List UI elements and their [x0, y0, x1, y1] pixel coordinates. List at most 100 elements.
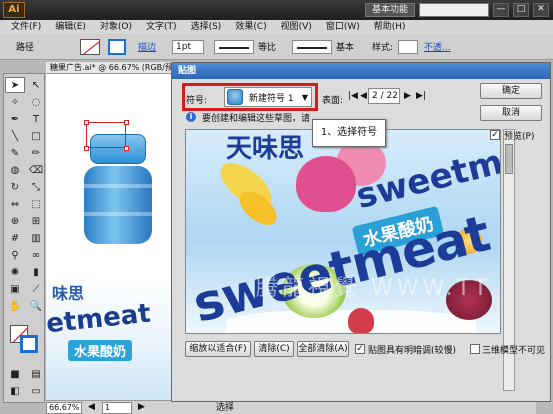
- rectangle-tool-icon[interactable]: □: [26, 128, 46, 144]
- stroke-color-swatch[interactable]: [80, 39, 100, 55]
- clear-all-button[interactable]: 全部清除(A): [297, 341, 349, 357]
- menu-object[interactable]: 对象(O): [93, 20, 139, 34]
- selection-handle[interactable]: [84, 146, 89, 151]
- selection-handle[interactable]: [84, 120, 89, 125]
- blob-brush-tool-icon[interactable]: ◍: [5, 162, 25, 178]
- rotate-tool-icon[interactable]: ↻: [5, 179, 25, 195]
- brush-definition[interactable]: [292, 40, 332, 54]
- info-text: 要创建和编辑这些草图，请: [202, 114, 311, 124]
- shade-artwork-checkbox[interactable]: ✓: [355, 344, 365, 354]
- last-surface-icon[interactable]: ▶|: [416, 91, 426, 101]
- scale-tool-icon[interactable]: ⤡: [26, 179, 46, 195]
- menu-help[interactable]: 帮助(H): [367, 20, 413, 34]
- selection-tool-icon[interactable]: ➤: [5, 77, 25, 93]
- menu-view[interactable]: 视图(V): [274, 20, 319, 34]
- column-graph-tool-icon[interactable]: ▮: [26, 264, 46, 280]
- menu-edit[interactable]: 编辑(E): [48, 20, 93, 34]
- gradient-tool-icon[interactable]: ▥: [26, 230, 46, 246]
- stroke-swatch[interactable]: [20, 335, 38, 353]
- paintbrush-tool-icon[interactable]: ✎: [5, 145, 25, 161]
- stroke-link[interactable]: 描边: [138, 40, 156, 53]
- blend-tool-icon[interactable]: ∞: [26, 247, 46, 263]
- eraser-tool-icon[interactable]: ⌫: [26, 162, 46, 178]
- menu-type[interactable]: 文字(T): [139, 20, 184, 34]
- tools-panel: ➤ ↖ ✧ ◌ ✒ T ╲ □ ✎ ✏ ◍ ⌫ ↻ ⤡ ⇔ ⬚ ⊕ ⊞ # ▥ …: [3, 73, 45, 403]
- watermark-text: 腾龍視覺 WWW.TT.NET: [256, 276, 500, 301]
- uniform-label: 等比: [258, 43, 277, 53]
- prev-artboard-icon[interactable]: ◀: [88, 402, 95, 412]
- workspace-switcher[interactable]: 基本功能: [364, 3, 415, 17]
- cancel-button[interactable]: 取消: [480, 105, 542, 121]
- 3d-bottle-object[interactable]: [84, 132, 152, 244]
- surface-number-field[interactable]: 2 / 22: [368, 88, 400, 104]
- shape-builder-tool-icon[interactable]: ⊕: [5, 213, 25, 229]
- first-surface-icon[interactable]: |◀: [348, 91, 358, 101]
- preview-checkbox[interactable]: ✓: [490, 130, 500, 140]
- artwork-badge: 水果酸奶: [68, 340, 133, 361]
- slice-tool-icon[interactable]: ⟋: [26, 281, 46, 297]
- artwork-title: 味思: [52, 284, 85, 303]
- preview-checkbox-label: 预览(P): [504, 132, 535, 142]
- graphic-style-swatch[interactable]: [398, 40, 418, 54]
- eyedropper-tool-icon[interactable]: ⚲: [5, 247, 25, 263]
- strawberry-shape: [348, 308, 374, 333]
- next-artboard-icon[interactable]: ▶: [138, 402, 145, 412]
- artboard-tool-icon[interactable]: ▣: [5, 281, 25, 297]
- selection-handle[interactable]: [124, 146, 129, 151]
- fill-stroke-control: [4, 323, 44, 363]
- prev-surface-icon[interactable]: ◀: [360, 91, 367, 101]
- menu-effect[interactable]: 效果(C): [228, 20, 273, 34]
- screen-mode-icon[interactable]: ▭: [26, 383, 46, 399]
- lasso-tool-icon[interactable]: ◌: [26, 94, 46, 110]
- invisible-geometry-checkbox[interactable]: [470, 344, 480, 354]
- menu-file[interactable]: 文件(F): [4, 20, 48, 34]
- status-text: 选择: [216, 403, 235, 413]
- menu-window[interactable]: 窗口(W): [319, 20, 367, 34]
- zoom-tool-icon[interactable]: 🔍: [26, 298, 46, 314]
- line-tool-icon[interactable]: ╲: [5, 128, 25, 144]
- scale-to-fit-button[interactable]: 缩放以适合(F): [185, 341, 251, 357]
- hand-tool-icon[interactable]: ✋: [5, 298, 25, 314]
- artwork-word: etmeat: [46, 298, 153, 340]
- info-icon: i: [186, 112, 196, 122]
- type-tool-icon[interactable]: T: [26, 111, 46, 127]
- draw-mode-icon[interactable]: ◧: [5, 383, 25, 399]
- scrollbar-thumb[interactable]: [505, 144, 513, 174]
- close-button[interactable]: ✕: [533, 3, 549, 17]
- maximize-button[interactable]: □: [513, 3, 529, 17]
- selection-bounding-box[interactable]: [86, 122, 126, 148]
- free-transform-tool-icon[interactable]: ⬚: [26, 196, 46, 212]
- invisible-geometry-label: 三维模型不可见: [482, 346, 546, 356]
- magic-wand-tool-icon[interactable]: ✧: [5, 94, 25, 110]
- ok-button[interactable]: 确定: [480, 83, 542, 99]
- perspective-grid-tool-icon[interactable]: ⊞: [26, 213, 46, 229]
- document-tab[interactable]: 糖果广告.ai* @ 66.67% (RGB/预览): [46, 62, 186, 74]
- surface-label: 表面:: [322, 96, 344, 106]
- selection-handle[interactable]: [124, 120, 129, 125]
- mesh-tool-icon[interactable]: #: [5, 230, 25, 246]
- search-input[interactable]: [419, 3, 489, 17]
- gradient-mode-icon[interactable]: ▤: [26, 366, 46, 382]
- menu-select[interactable]: 选择(S): [184, 20, 229, 34]
- zoom-field[interactable]: 66.67%: [46, 402, 82, 414]
- illustrator-logo: Ai: [3, 2, 25, 18]
- basic-label: 基本: [336, 43, 355, 53]
- variable-width-profile[interactable]: [214, 40, 254, 54]
- pen-tool-icon[interactable]: ✒: [5, 111, 25, 127]
- app-title-bar: Ai 基本功能 — □ ✕: [0, 0, 553, 20]
- shade-artwork-label: 贴图具有明暗调(较慢): [368, 346, 457, 356]
- next-surface-icon[interactable]: ▶: [404, 91, 411, 101]
- opacity-link[interactable]: 不透...: [424, 40, 451, 53]
- pencil-tool-icon[interactable]: ✏: [26, 145, 46, 161]
- artboard-number-field[interactable]: 1: [102, 402, 132, 414]
- direct-selection-tool-icon[interactable]: ↖: [26, 77, 46, 93]
- width-tool-icon[interactable]: ⇔: [5, 196, 25, 212]
- color-mode-icon[interactable]: ■: [5, 366, 25, 382]
- clear-button[interactable]: 清除(C): [254, 341, 294, 357]
- fill-color-swatch[interactable]: [108, 39, 126, 55]
- surface-preview-canvas[interactable]: 天味思 sweetmeat 水果酸奶 sweetmeat 腾龍視覺 WWW.TT…: [185, 129, 501, 334]
- bottle-ridge: [84, 212, 152, 216]
- stroke-weight-field[interactable]: 1pt: [172, 40, 204, 54]
- symbol-sprayer-tool-icon[interactable]: ✺: [5, 264, 25, 280]
- minimize-button[interactable]: —: [493, 3, 509, 17]
